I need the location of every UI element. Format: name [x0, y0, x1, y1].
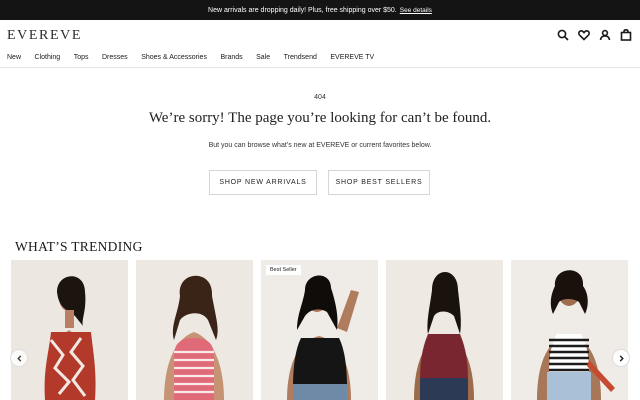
nav-item-new[interactable]: New — [7, 54, 21, 61]
product-image — [11, 260, 128, 400]
nav-item-evereve-tv[interactable]: EVEREVE TV — [330, 54, 374, 61]
nav-item-brands[interactable]: Brands — [220, 54, 242, 61]
nav-item-trendsend[interactable]: Trendsend — [284, 54, 317, 61]
product-card[interactable]: Best Seller — [261, 260, 378, 400]
carousel-next-button[interactable] — [612, 349, 630, 367]
promo-details-link[interactable]: See details — [400, 7, 432, 14]
error-title: We’re sorry! The page you’re looking for… — [148, 110, 492, 126]
header-icons — [557, 29, 632, 41]
site-logo[interactable]: EVEREVE — [7, 28, 82, 44]
error-code: 404 — [314, 94, 326, 101]
error-subtitle: But you can browse what’s new at EVEREVE… — [208, 142, 432, 149]
product-image — [386, 260, 503, 400]
product-card[interactable] — [136, 260, 253, 400]
nav-item-shoes-accessories[interactable]: Shoes & Accessories — [141, 54, 207, 61]
promo-text: New arrivals are dropping daily! Plus, f… — [208, 6, 397, 14]
trending-carousel: Best Seller — [0, 260, 640, 400]
trending-title: WHAT’S TRENDING — [15, 239, 143, 254]
search-icon[interactable] — [557, 29, 569, 41]
nav-item-tops[interactable]: Tops — [74, 54, 89, 61]
chevron-right-icon — [619, 354, 624, 362]
product-image — [511, 260, 628, 400]
product-image — [136, 260, 253, 400]
best-seller-badge: Best Seller — [266, 265, 301, 275]
shop-best-sellers-button[interactable]: SHOP BEST SELLERS — [328, 170, 430, 195]
main-nav: New Clothing Tops Dresses Shoes & Access… — [7, 54, 388, 61]
nav-item-sale[interactable]: Sale — [256, 54, 270, 61]
nav-item-clothing[interactable]: Clothing — [35, 54, 61, 61]
heart-icon[interactable] — [578, 29, 590, 41]
product-image — [261, 260, 378, 400]
product-card[interactable] — [386, 260, 503, 400]
account-icon[interactable] — [599, 29, 611, 41]
site-header: EVEREVE New Clothing Tops Dresses Shoes … — [0, 20, 640, 68]
product-card[interactable] — [11, 260, 128, 400]
nav-item-dresses[interactable]: Dresses — [102, 54, 128, 61]
product-card[interactable] — [511, 260, 628, 400]
carousel-prev-button[interactable] — [10, 349, 28, 367]
bag-icon[interactable] — [620, 29, 632, 41]
shop-new-arrivals-button[interactable]: SHOP NEW ARRIVALS — [209, 170, 317, 195]
chevron-left-icon — [16, 354, 21, 362]
promo-bar: New arrivals are dropping daily! Plus, f… — [0, 0, 640, 20]
